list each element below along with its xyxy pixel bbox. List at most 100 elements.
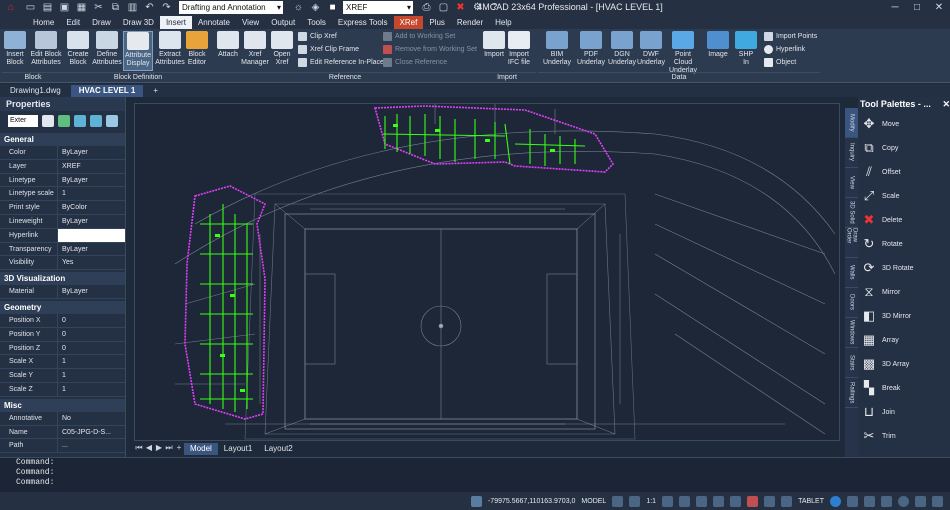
pdf-underlay-button[interactable]: PDF Underlay bbox=[576, 31, 606, 67]
lock-icon[interactable] bbox=[847, 495, 858, 507]
side-tab-walls[interactable]: Walls bbox=[845, 258, 858, 288]
open-folder-icon[interactable]: ▤ bbox=[40, 1, 55, 14]
redo-icon[interactable]: ↷ bbox=[159, 1, 174, 14]
property-row[interactable]: Visibility Yes bbox=[0, 256, 125, 271]
property-row[interactable]: Name C05-JPG-D-S... bbox=[0, 425, 125, 440]
add-to-working-set-button[interactable]: Add to Working Set bbox=[383, 31, 455, 42]
tab-render[interactable]: Render bbox=[451, 16, 489, 29]
tool-3d-array[interactable]: ▩ 3D Array bbox=[860, 353, 909, 375]
property-row[interactable]: Scale Z1 bbox=[0, 382, 125, 397]
selection-cycling-icon[interactable] bbox=[764, 495, 776, 507]
attach-button[interactable]: Attach bbox=[216, 31, 240, 59]
doc-tab-drawing1[interactable]: Drawing1.dwg bbox=[2, 85, 69, 97]
print-icon[interactable]: ⎙ bbox=[419, 1, 434, 14]
tab-plus[interactable]: Plus bbox=[423, 16, 451, 29]
tool-mirror[interactable]: ⧖ Mirror bbox=[860, 281, 900, 303]
last-layout-icon[interactable]: ⏭ bbox=[164, 443, 174, 455]
tablet-toggle[interactable]: TABLET bbox=[798, 498, 824, 505]
attribute-display-button[interactable]: Attribute Display bbox=[123, 31, 153, 71]
tab-output[interactable]: Output bbox=[265, 16, 301, 29]
open-xref-button[interactable]: Open Xref bbox=[270, 31, 294, 67]
tab-draw-3d[interactable]: Draw 3D bbox=[117, 16, 160, 29]
save-as-icon[interactable]: ▦ bbox=[74, 1, 89, 14]
property-value[interactable]: C05-JPG-D-S... bbox=[58, 426, 125, 439]
property-row[interactable]: Linetype ByLayer bbox=[0, 173, 125, 188]
close-icon[interactable]: ✕ bbox=[928, 0, 950, 15]
bim-underlay-button[interactable]: BIM Underlay bbox=[542, 31, 572, 67]
polar-icon[interactable] bbox=[679, 495, 691, 507]
property-row[interactable]: Position Z0 bbox=[0, 341, 125, 356]
property-value[interactable]: ByLayer bbox=[58, 174, 125, 187]
side-tab-modify[interactable]: Modify bbox=[845, 108, 858, 138]
property-value[interactable]: 1 bbox=[58, 369, 125, 382]
layout-tab-layout2[interactable]: Layout2 bbox=[258, 443, 298, 455]
copy-icon[interactable]: ⧉ bbox=[108, 1, 123, 14]
select-objects-icon[interactable] bbox=[58, 115, 70, 127]
close-reference-button[interactable]: Close Reference bbox=[383, 57, 447, 68]
next-layout-icon[interactable]: ▶ bbox=[154, 443, 164, 455]
grid-icon[interactable] bbox=[713, 495, 725, 507]
xref-manager-button[interactable]: Xref Manager bbox=[241, 31, 269, 67]
tab-express-tools[interactable]: Express Tools bbox=[332, 16, 394, 29]
prev-layout-icon[interactable]: ◀ bbox=[144, 443, 154, 455]
property-value[interactable]: Yes bbox=[58, 256, 125, 269]
new-tab-button[interactable]: + bbox=[145, 85, 166, 97]
tool-3d-rotate[interactable]: ⟳ 3D Rotate bbox=[860, 257, 914, 279]
workspace-dropdown[interactable]: Drafting and Annotation ▾ bbox=[179, 1, 283, 14]
side-tab-view[interactable]: View bbox=[845, 168, 858, 198]
doc-tab-hvac-level-1[interactable]: HVAC LEVEL 1 bbox=[70, 85, 144, 97]
osnap-icon[interactable] bbox=[696, 495, 708, 507]
property-value[interactable]: XREF bbox=[58, 160, 125, 173]
cut-icon[interactable]: ✂ bbox=[91, 1, 106, 14]
property-row[interactable]: Scale Y1 bbox=[0, 369, 125, 383]
side-tab-railings[interactable]: Railings bbox=[845, 378, 858, 408]
customize-icon[interactable] bbox=[932, 495, 943, 507]
entity-selector[interactable]: Exter bbox=[8, 115, 38, 127]
property-value[interactable]: 0 bbox=[58, 328, 125, 341]
tab-help[interactable]: Help bbox=[489, 16, 517, 29]
first-layout-icon[interactable]: ⏮ bbox=[134, 443, 144, 455]
add-layout-icon[interactable]: + bbox=[174, 443, 184, 455]
minimize-icon[interactable]: ─ bbox=[884, 0, 906, 15]
define-attributes-button[interactable]: Define Attributes bbox=[92, 31, 122, 67]
property-value[interactable]: ByLayer bbox=[58, 285, 125, 298]
property-row[interactable]: Linetype scale 1 bbox=[0, 187, 125, 202]
property-row[interactable]: Position Y0 bbox=[0, 327, 125, 342]
property-row[interactable]: Material ByLayer bbox=[0, 285, 125, 299]
object-button[interactable]: Object bbox=[764, 57, 796, 68]
property-value[interactable]: ByLayer bbox=[58, 215, 125, 228]
layer-dropdown[interactable]: XREF ▾ bbox=[343, 1, 413, 14]
tool-join[interactable]: ⊔ Join bbox=[860, 401, 895, 423]
tool-copy[interactable]: ⧉ Copy bbox=[860, 137, 898, 159]
property-section-header[interactable]: General bbox=[0, 133, 125, 146]
working-icon[interactable] bbox=[470, 495, 482, 507]
side-tab-windows[interactable]: Windows bbox=[845, 318, 858, 348]
property-value[interactable]: 1 bbox=[58, 187, 125, 200]
settings-gear-icon[interactable] bbox=[830, 495, 841, 507]
tool-scale[interactable]: ⤢ Scale bbox=[860, 185, 900, 207]
tool-trim[interactable]: ✂ Trim bbox=[860, 425, 896, 447]
property-value[interactable]: ByLayer bbox=[58, 146, 125, 159]
layer-lock-icon[interactable]: ◈ bbox=[308, 1, 323, 14]
funnel-icon[interactable] bbox=[106, 115, 118, 127]
undo-icon[interactable]: ↶ bbox=[142, 1, 157, 14]
layer-visibility-icon[interactable]: ☼ bbox=[291, 1, 306, 14]
ortho-icon[interactable] bbox=[662, 495, 674, 507]
shp-in-button[interactable]: SHP In bbox=[735, 31, 757, 67]
edit-block-attributes-button[interactable]: Edit Block Attributes bbox=[30, 31, 62, 67]
save-icon[interactable]: ▣ bbox=[57, 1, 72, 14]
maximize-icon[interactable]: □ bbox=[906, 0, 928, 15]
property-value[interactable]: ... bbox=[58, 439, 125, 452]
model-canvas[interactable] bbox=[134, 103, 840, 441]
remove-from-working-set-button[interactable]: Remove from Working Set bbox=[383, 44, 477, 55]
clean-screen-icon[interactable] bbox=[915, 495, 926, 507]
import-button[interactable]: Import bbox=[482, 31, 506, 59]
property-row[interactable]: Hyperlink bbox=[0, 228, 125, 243]
close-red-icon[interactable]: ✖ bbox=[453, 1, 468, 14]
annotation-scale[interactable]: 1:1 bbox=[646, 498, 656, 505]
app-logo-icon[interactable]: ⌂ bbox=[0, 0, 22, 15]
property-value[interactable]: 0 bbox=[58, 342, 125, 355]
property-row[interactable]: Layer XREF bbox=[0, 159, 125, 174]
tool-rotate[interactable]: ↻ Rotate bbox=[860, 233, 903, 255]
property-value[interactable]: 1 bbox=[58, 383, 125, 396]
